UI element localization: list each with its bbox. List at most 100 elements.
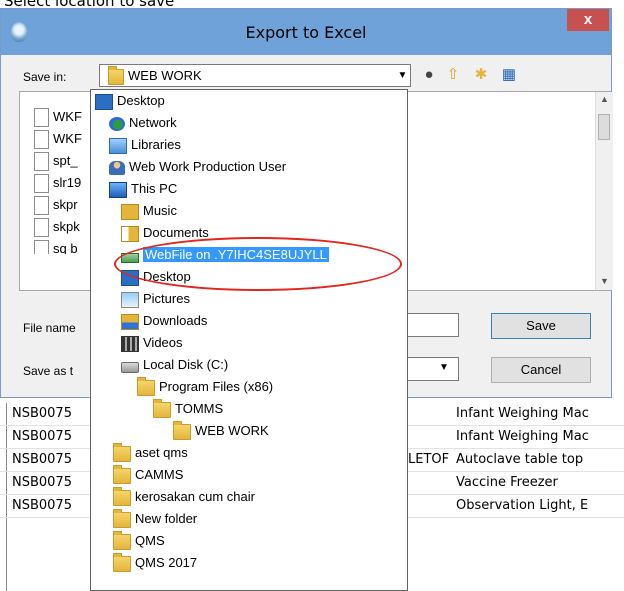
- file-icon: [34, 240, 49, 254]
- documents-icon: [121, 225, 139, 242]
- save-button[interactable]: Save: [491, 313, 591, 339]
- item-label: Downloads: [143, 313, 208, 328]
- row-mid: LETOF: [408, 452, 450, 467]
- file-name: skpk: [53, 218, 80, 234]
- disk-icon: [121, 361, 139, 373]
- file-icon: [34, 130, 49, 149]
- save-in-select[interactable]: WEB WORK: [99, 64, 411, 87]
- chevron-down-icon[interactable]: ▼: [439, 362, 449, 373]
- dropdown-item-qms[interactable]: QMS: [113, 530, 165, 552]
- new-folder-icon[interactable]: ✱: [471, 65, 491, 85]
- item-label: Network: [129, 115, 177, 130]
- row-code: NSB0075: [12, 429, 72, 444]
- row-code: NSB0075: [12, 498, 72, 513]
- item-label: Documents: [143, 225, 209, 240]
- title-bar[interactable]: Export to Excel x: [1, 9, 611, 55]
- user-icon: [109, 160, 125, 175]
- row-description: Infant Weighing Mac: [456, 429, 589, 444]
- dropdown-item-program-files[interactable]: Program Files (x86): [137, 376, 273, 398]
- list-item[interactable]: skpk: [34, 218, 80, 240]
- videos-icon: [121, 335, 139, 352]
- folder-icon: [108, 66, 124, 85]
- pictures-icon: [121, 291, 139, 308]
- desktop-icon: [95, 93, 113, 110]
- dropdown-item-qms-2017[interactable]: QMS 2017: [113, 552, 197, 574]
- back-icon[interactable]: ●: [419, 65, 439, 85]
- row-description: Autoclave table top: [456, 452, 584, 467]
- save-in-label: Save in:: [23, 70, 67, 84]
- dropdown-item-user[interactable]: Web Work Production User: [109, 156, 286, 178]
- file-icon: [34, 196, 49, 215]
- save-in-value: WEB WORK: [128, 68, 202, 83]
- row-description: Infant Weighing Mac: [456, 406, 589, 421]
- downloads-icon: [121, 313, 139, 330]
- file-icon: [34, 108, 49, 127]
- dropdown-item-downloads[interactable]: Downloads: [121, 310, 207, 332]
- item-label: This PC: [131, 181, 178, 196]
- folder-icon: [113, 442, 131, 462]
- item-label: QMS 2017: [135, 555, 198, 570]
- item-label: Desktop: [117, 93, 165, 108]
- scroll-down-icon[interactable]: ▼: [596, 276, 613, 286]
- libraries-icon: [109, 137, 127, 154]
- file-name: sq b: [53, 240, 78, 254]
- item-label: CAMMS: [135, 467, 184, 482]
- row-code: NSB0075: [12, 475, 72, 490]
- close-button[interactable]: x: [567, 9, 609, 31]
- item-label: Web Work Production User: [129, 159, 287, 174]
- up-folder-icon[interactable]: ⇧: [443, 65, 463, 85]
- item-label: Local Disk (C:): [143, 357, 229, 372]
- file-name: skpr: [53, 196, 78, 212]
- dropdown-item-libraries[interactable]: Libraries: [109, 134, 181, 156]
- file-name: spt_: [53, 152, 78, 168]
- list-item[interactable]: sq b: [34, 240, 78, 254]
- list-item[interactable]: slr19: [34, 174, 81, 196]
- file-icon: [34, 218, 49, 237]
- save-in-dropdown-list[interactable]: Desktop Network Libraries Web Work Produ…: [90, 89, 408, 591]
- dropdown-item-tomms[interactable]: TOMMS: [153, 398, 223, 420]
- dropdown-item-videos[interactable]: Videos: [121, 332, 183, 354]
- file-name: WKF: [53, 130, 82, 146]
- folder-icon: [113, 530, 131, 550]
- dropdown-item-music[interactable]: Music: [121, 200, 177, 222]
- highlight-ellipse: [114, 237, 402, 291]
- row-code: NSB0075: [12, 452, 72, 467]
- dropdown-item-aset-qms[interactable]: aset qms: [113, 442, 188, 464]
- folder-icon: [137, 376, 155, 396]
- item-label: Music: [143, 203, 177, 218]
- scroll-up-icon[interactable]: ▲: [596, 94, 613, 104]
- dialog-title: Export to Excel: [245, 23, 367, 42]
- item-label: Libraries: [131, 137, 181, 152]
- dropdown-item-web-work[interactable]: WEB WORK: [173, 420, 269, 442]
- dropdown-item-pictures[interactable]: Pictures: [121, 288, 190, 310]
- file-icon: [34, 152, 49, 171]
- folder-icon: [173, 420, 191, 440]
- dropdown-item-local-disk[interactable]: Local Disk (C:): [121, 354, 228, 376]
- row-description: Observation Light, E: [456, 498, 589, 513]
- dropdown-item-desktop[interactable]: Desktop: [95, 90, 165, 112]
- row-code: NSB0075: [12, 406, 72, 421]
- item-label: Pictures: [143, 291, 190, 306]
- cancel-button[interactable]: Cancel: [491, 357, 591, 383]
- list-item[interactable]: WKF: [34, 130, 82, 152]
- scroll-thumb[interactable]: [598, 114, 610, 140]
- dropdown-item-kerosakan[interactable]: kerosakan cum chair: [113, 486, 255, 508]
- list-item[interactable]: WKF: [34, 108, 82, 130]
- file-name: WKF: [53, 108, 82, 124]
- list-item[interactable]: spt_: [34, 152, 78, 174]
- view-menu-icon[interactable]: ▦: [499, 65, 519, 85]
- item-label: kerosakan cum chair: [135, 489, 255, 504]
- list-item[interactable]: skpr: [34, 196, 78, 218]
- scrollbar[interactable]: ▲ ▼: [595, 92, 613, 290]
- chevron-down-icon[interactable]: ▼: [394, 64, 411, 87]
- folder-icon: [113, 464, 131, 484]
- folder-icon: [113, 486, 131, 506]
- dropdown-item-new-folder[interactable]: New folder: [113, 508, 197, 530]
- item-label: New folder: [135, 511, 198, 526]
- row-description: Vaccine Freezer: [456, 475, 558, 490]
- music-icon: [121, 203, 139, 220]
- dropdown-item-camms[interactable]: CAMMS: [113, 464, 183, 486]
- folder-icon: [113, 552, 131, 572]
- dropdown-item-this-pc[interactable]: This PC: [109, 178, 177, 200]
- dropdown-item-network[interactable]: Network: [109, 112, 177, 134]
